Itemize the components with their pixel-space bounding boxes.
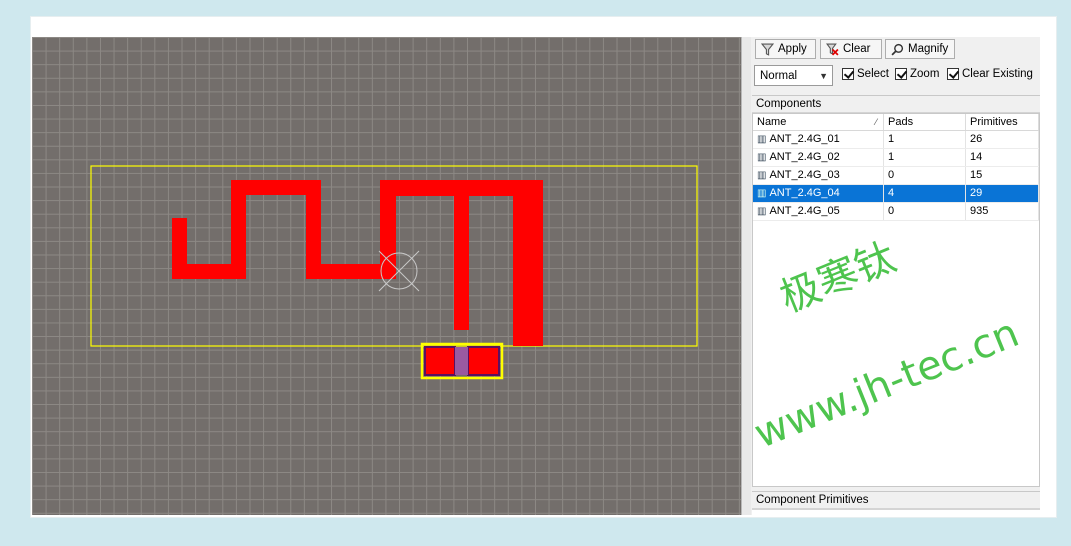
component-chip-icon: ▥ <box>757 152 767 163</box>
chevron-down-icon: ▼ <box>819 71 828 81</box>
pad-right <box>467 346 500 376</box>
component-primitives-section-title: Component Primitives <box>752 491 1040 509</box>
apply-button[interactable]: Apply <box>755 39 816 59</box>
checkbox-checked-icon <box>895 68 907 80</box>
checkbox-checked-icon <box>842 68 854 80</box>
apply-label: Apply <box>778 43 807 55</box>
pad-left <box>424 346 456 376</box>
table-row[interactable]: ▥ ANT_2.4G_02 1 14 <box>753 149 1039 167</box>
antenna-trace <box>172 180 543 346</box>
sort-icon: ⁄ <box>875 117 877 127</box>
component-chip-icon: ▥ <box>757 170 767 181</box>
mode-select[interactable]: Normal ▼ <box>754 65 833 86</box>
mode-value: Normal <box>760 69 798 82</box>
magnify-icon <box>891 43 904 56</box>
column-header-pads[interactable]: Pads <box>884 114 966 130</box>
magnify-label: Magnify <box>908 43 949 55</box>
clear-filter-icon <box>826 43 839 56</box>
clear-existing-checkbox[interactable]: Clear Existing <box>947 68 1033 80</box>
components-section-title: Components <box>752 95 1040 113</box>
component-chip-icon: ▥ <box>757 188 767 199</box>
pad-gap <box>455 347 468 375</box>
zoom-checkbox[interactable]: Zoom <box>895 68 939 80</box>
clear-existing-label: Clear Existing <box>962 68 1033 80</box>
component-chip-icon: ▥ <box>757 206 767 217</box>
checkbox-checked-icon <box>947 68 959 80</box>
footprint-drawing <box>90 165 698 380</box>
components-table: Name ⁄ Pads Primitives ▥ ANT_2.4G_01 1 26… <box>752 113 1040 487</box>
table-row[interactable]: ▥ ANT_2.4G_05 0 935 <box>753 203 1039 221</box>
pcb-canvas[interactable] <box>32 37 741 515</box>
scroll-strip <box>1040 37 1055 515</box>
table-row[interactable]: ▥ ANT_2.4G_01 1 26 <box>753 131 1039 149</box>
table-header: Name ⁄ Pads Primitives <box>753 114 1039 131</box>
table-row-selected[interactable]: ▥ ANT_2.4G_04 4 29 <box>753 185 1039 203</box>
table-row[interactable]: ▥ ANT_2.4G_03 0 15 <box>753 167 1039 185</box>
pcb-panel: Apply Clear Magnify Normal ▼ Select Zoom… <box>751 37 1040 516</box>
column-header-name[interactable]: Name ⁄ <box>753 114 884 130</box>
filter-icon <box>761 43 774 56</box>
zoom-label: Zoom <box>910 68 940 80</box>
select-label: Select <box>857 68 889 80</box>
magnify-button[interactable]: Magnify <box>885 39 955 59</box>
clear-button[interactable]: Clear <box>820 39 882 59</box>
select-checkbox[interactable]: Select <box>842 68 889 80</box>
clear-label: Clear <box>843 43 871 55</box>
component-chip-icon: ▥ <box>757 134 767 145</box>
column-header-primitives[interactable]: Primitives <box>966 114 1039 130</box>
primitives-table <box>752 509 1040 516</box>
